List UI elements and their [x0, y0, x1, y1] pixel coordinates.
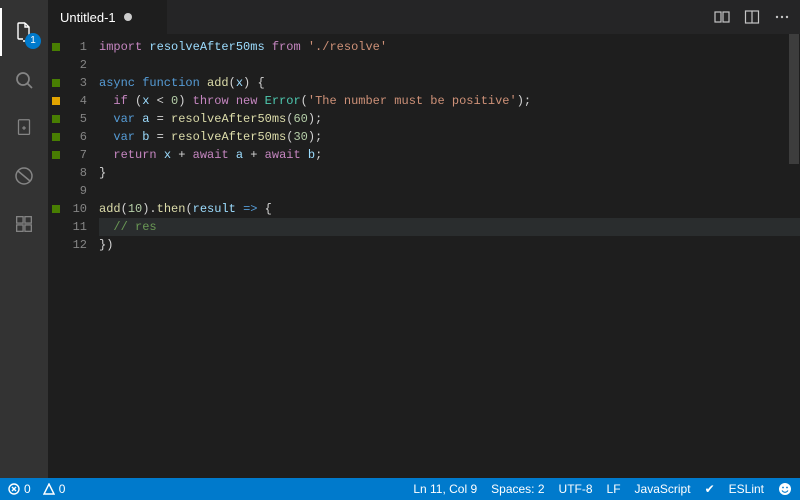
status-warnings[interactable]: 0 — [43, 482, 66, 496]
status-bar: 0 0 Ln 11, Col 9 Spaces: 2 UTF-8 LF Java… — [0, 478, 800, 500]
status-encoding[interactable]: UTF-8 — [559, 482, 593, 496]
tab-label: Untitled-1 — [60, 10, 116, 25]
compare-icon[interactable] — [714, 9, 730, 25]
gutter — [48, 34, 64, 478]
split-editor-icon[interactable] — [744, 9, 760, 25]
status-eol[interactable]: LF — [607, 482, 621, 496]
status-cursor[interactable]: Ln 11, Col 9 — [413, 482, 477, 496]
status-errors[interactable]: 0 — [8, 482, 31, 496]
tab-bar: Untitled-1 — [48, 0, 800, 34]
scrollbar[interactable] — [788, 34, 800, 478]
dirty-indicator-icon — [124, 13, 132, 21]
status-spaces[interactable]: Spaces: 2 — [491, 482, 544, 496]
code-content: import resolveAfter50ms from './resolve'… — [99, 34, 800, 478]
tab-untitled[interactable]: Untitled-1 — [48, 0, 168, 34]
source-control-icon[interactable] — [0, 104, 48, 152]
status-eslint[interactable]: ESLint — [729, 482, 764, 496]
errors-count: 0 — [24, 482, 31, 496]
code-editor[interactable]: 123456789101112 import resolveAfter50ms … — [48, 34, 800, 478]
explorer-badge: 1 — [25, 33, 41, 49]
debug-icon[interactable] — [0, 152, 48, 200]
status-check-icon[interactable]: ✔ — [705, 482, 715, 496]
more-icon[interactable] — [774, 9, 790, 25]
warnings-count: 0 — [59, 482, 66, 496]
extensions-icon[interactable] — [0, 200, 48, 248]
line-numbers: 123456789101112 — [64, 34, 99, 478]
status-feedback-icon[interactable] — [778, 482, 792, 496]
status-language[interactable]: JavaScript — [635, 482, 691, 496]
activity-bar: 1 — [0, 0, 48, 478]
search-icon[interactable] — [0, 56, 48, 104]
explorer-icon[interactable]: 1 — [0, 8, 48, 56]
scroll-thumb[interactable] — [789, 34, 799, 164]
